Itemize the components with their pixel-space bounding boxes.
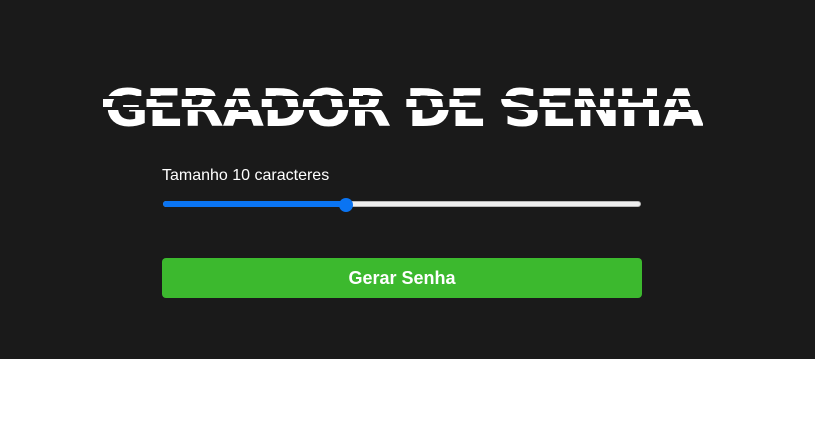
password-generator-panel: GERADOR DE SENHA GERADOR DE SENHA GERADO…	[0, 0, 815, 359]
page-title: GERADOR DE SENHA GERADOR DE SENHA GERADO…	[103, 76, 703, 136]
slider-thumb[interactable]	[339, 198, 354, 212]
slider-fill	[163, 201, 348, 207]
generate-password-button[interactable]: Gerar Senha	[162, 258, 642, 298]
password-length-label: Tamanho 10 caracteres	[162, 167, 330, 184]
password-length-slider[interactable]	[162, 196, 642, 214]
